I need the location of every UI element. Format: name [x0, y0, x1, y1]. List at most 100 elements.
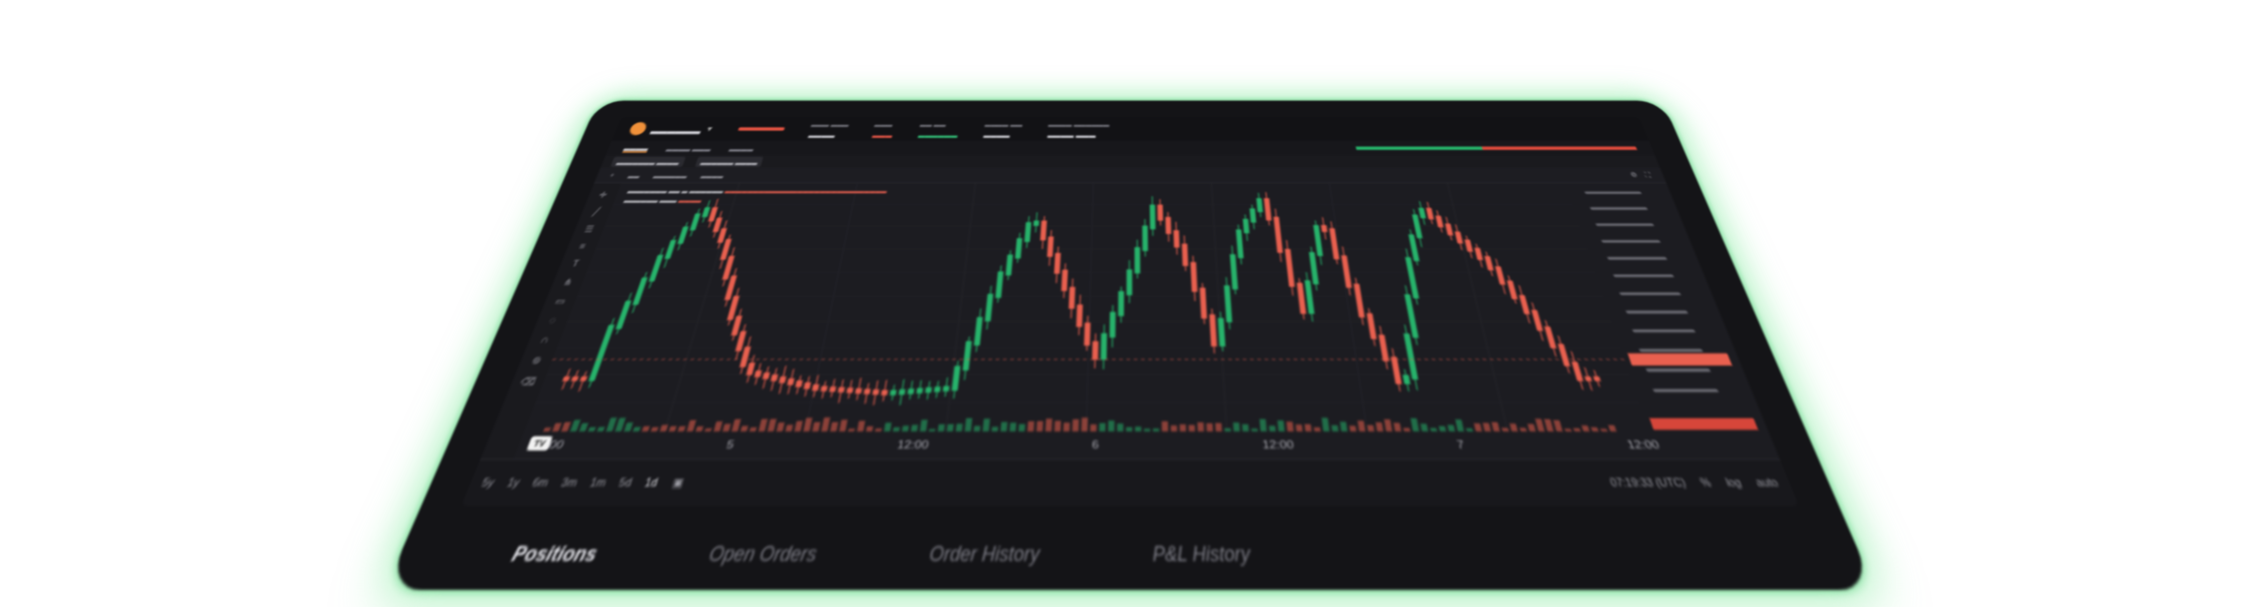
auto-toggle[interactable]: auto — [1754, 476, 1780, 489]
candle-body — [1173, 230, 1180, 248]
volume-bar — [1009, 422, 1017, 432]
time-axis-label: 6 — [1092, 439, 1099, 451]
time-axis-label: 5 — [725, 439, 735, 451]
candle-body — [689, 213, 701, 231]
symbol-chip-1[interactable]: ▂▂▂▂▂▂▂ ▂▂▂▂ — [610, 156, 686, 167]
candle-body — [1378, 334, 1390, 362]
lock-icon[interactable]: ⊚ — [530, 355, 543, 366]
hline-icon[interactable]: ☰ — [583, 224, 595, 234]
pattern-icon[interactable]: ⋔ — [562, 277, 574, 288]
range-3m[interactable]: 3m — [559, 476, 579, 489]
trendline-icon[interactable]: ╱ — [592, 207, 601, 217]
price-scale-tick — [1632, 329, 1696, 333]
magnet-icon[interactable]: ∩ — [539, 335, 550, 346]
ruler-icon[interactable]: ◌ — [547, 316, 557, 326]
range-1y[interactable]: 1y — [505, 476, 521, 489]
candle-body — [1366, 313, 1377, 340]
tab-info[interactable]: ▂▂▂▂ — [728, 144, 754, 151]
candle-body — [916, 387, 924, 394]
volume-bar — [919, 419, 928, 432]
volume-bar — [1152, 428, 1160, 432]
candle-body — [1100, 333, 1108, 360]
volume-bar — [758, 418, 768, 432]
tab-open-orders[interactable]: Open Orders — [706, 542, 819, 567]
tab-positions[interactable]: Positions — [509, 542, 600, 567]
log-toggle[interactable]: log — [1724, 476, 1743, 489]
candle-body — [984, 293, 994, 322]
symbol-chip-2[interactable]: ▂▂▂▂▂▂ ▂▂▂▂ — [694, 156, 764, 167]
volume-bar — [1090, 424, 1097, 432]
tablet-device: ▂▂▂▂▂▂ ▾ ▂▂▂ ▂▂▂ ▂▂▂▂ ▂▂▂ ▂▂▂ ▂▂ ▂▂ ▂▂▂▂▂▂ … — [384, 100, 1876, 591]
candle-body — [1157, 204, 1164, 221]
candle-body — [746, 362, 756, 376]
volume-bar — [1473, 423, 1482, 432]
volume-bar — [1553, 420, 1563, 432]
pair-selector[interactable]: ▂▂▂▂▂▂ ▾ — [627, 122, 715, 136]
volume-bar — [1251, 428, 1258, 432]
candle-body — [708, 207, 718, 222]
measure-icon[interactable]: ▭ — [553, 296, 567, 307]
volume-bar — [875, 428, 882, 432]
candle-body — [1557, 343, 1571, 367]
price-scale-tick — [1584, 191, 1642, 194]
fib-icon[interactable]: ≡ — [578, 242, 587, 251]
fullscreen-icon[interactable]: ⛶ — [1644, 171, 1652, 179]
text-icon[interactable]: T — [570, 259, 580, 269]
volume-bar — [650, 427, 659, 432]
volume-bar — [749, 427, 757, 432]
candle-body — [1313, 225, 1323, 257]
candle-body — [995, 271, 1004, 299]
candle-body — [880, 389, 888, 396]
tab-order-history[interactable]: Order History — [928, 542, 1040, 567]
candle-body — [1190, 262, 1198, 292]
volume-bar — [1430, 427, 1438, 432]
trash-icon[interactable]: ⌫ — [518, 376, 537, 388]
chart-type-button[interactable]: ▂▂▂▂ — [700, 171, 724, 179]
price-chart[interactable]: 12:00512:00612:00712:00 ▂▂▂▂▂▂▂ ▂▂ ▂ ▂▂▂… — [513, 183, 1780, 459]
volume-bar — [731, 419, 741, 432]
tab-pnl-history[interactable]: P&L History — [1153, 542, 1251, 567]
candle-body — [1402, 374, 1411, 385]
time-axis-label: 12:00 — [1626, 439, 1661, 451]
candle-body — [712, 217, 723, 233]
volume-bar — [1339, 421, 1348, 432]
candle-body — [1321, 225, 1328, 233]
candle-body — [1033, 220, 1040, 226]
tab-chart[interactable]: ▂▂▂▂ — [622, 143, 650, 153]
volume-bar — [1170, 425, 1178, 432]
range-5d[interactable]: 5d — [617, 476, 633, 489]
range-1d[interactable]: 1d — [643, 476, 659, 489]
range-1m[interactable]: 1m — [588, 476, 607, 489]
volume-bar — [659, 424, 669, 432]
settings-icon[interactable]: ⚙ — [1629, 171, 1638, 179]
interval-button[interactable]: ▂▂ — [627, 171, 642, 179]
volume-bar — [713, 421, 723, 432]
volume-bar — [668, 426, 677, 432]
percent-toggle[interactable]: % — [1699, 476, 1713, 489]
volume-bar — [543, 427, 551, 432]
grid-line-v — [1447, 183, 1507, 431]
volume-bar — [1108, 420, 1115, 432]
volume-bar — [1375, 422, 1384, 432]
price-scale-tick — [1619, 292, 1682, 296]
calendar-icon[interactable]: ▣ — [671, 476, 685, 490]
candle-body — [872, 389, 880, 395]
range-5y[interactable]: 5y — [480, 476, 497, 489]
indicators-button[interactable]: ▂▂▂▂▂▂ — [653, 171, 689, 179]
volume-bar — [1179, 424, 1187, 432]
trading-screen: ▂▂▂▂▂▂ ▾ ▂▂▂ ▂▂▂ ▂▂▂▂ ▂▂▂ ▂▂▂ ▂▂ ▂▂ ▂▂▂▂▂▂ … — [461, 117, 1800, 507]
range-6m[interactable]: 6m — [531, 476, 551, 489]
candle-body — [820, 385, 828, 392]
candle-body — [571, 376, 579, 382]
tab-depth[interactable]: ▂▂▂▂ ▂▂▂ — [666, 144, 713, 151]
candle-body — [889, 389, 897, 396]
volume-bar — [1367, 425, 1375, 432]
stat-3: ▂▂ ▂▂ ▂▂▂▂▂▂ — [917, 119, 959, 138]
volume-bar — [1135, 426, 1142, 432]
candle-body — [1040, 220, 1047, 241]
crosshair-icon[interactable]: ✛ — [597, 190, 608, 200]
add-icon[interactable]: + — [609, 172, 616, 179]
volume-bar — [857, 420, 866, 432]
volume-bar — [1161, 421, 1169, 432]
candle-body — [677, 226, 689, 244]
